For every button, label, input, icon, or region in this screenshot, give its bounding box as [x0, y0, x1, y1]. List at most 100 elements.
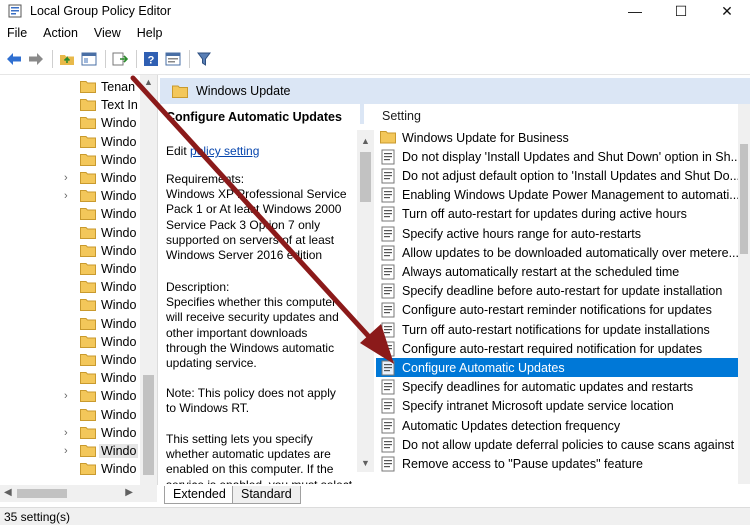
tree-item[interactable]: Windo [0, 315, 140, 333]
menu-action[interactable]: Action [35, 22, 86, 44]
tree-item[interactable]: Windo [0, 369, 140, 387]
path-header: Windows Update [160, 78, 750, 104]
scroll-thumb[interactable] [143, 375, 154, 475]
setting-row[interactable]: Do not display 'Install Updates and Shut… [376, 147, 750, 166]
minimize-button[interactable]: — [612, 0, 658, 22]
tab-extended[interactable]: Extended [164, 486, 235, 504]
setting-label: Do not display 'Install Updates and Shut… [402, 149, 742, 164]
edit-policy-line: Edit policy setting [166, 144, 259, 158]
tree-item-label: Windo [101, 171, 137, 185]
policy-setting-icon [380, 149, 396, 165]
tree-item[interactable]: › Windo [0, 187, 140, 205]
policy-title: Configure Automatic Updates [166, 110, 342, 124]
setting-label: Enabling Windows Update Power Management… [402, 188, 740, 203]
tree-item[interactable]: Windo [0, 242, 140, 260]
setting-row[interactable]: Specify deadline before auto-restart for… [376, 282, 750, 301]
tree-item[interactable]: Windo [0, 296, 140, 314]
menu-view[interactable]: View [86, 22, 129, 44]
policy-setting-icon [380, 456, 396, 472]
setting-row[interactable]: Always automatically restart at the sche… [376, 262, 750, 281]
menu-help[interactable]: Help [129, 22, 171, 44]
up-folder-icon[interactable] [57, 49, 77, 69]
tree-item[interactable]: Windo [0, 406, 140, 424]
setting-row[interactable]: Do not adjust default option to 'Install… [376, 166, 750, 185]
scroll-right-arrow-icon[interactable]: ▶ [125, 487, 133, 498]
setting-row[interactable]: Turn off auto-restart for updates during… [376, 205, 750, 224]
tree-item[interactable]: Windo [0, 260, 140, 278]
setting-row[interactable]: Configure auto-restart required notifica… [376, 339, 750, 358]
setting-row[interactable]: Specify intranet Microsoft update servic… [376, 397, 750, 416]
setting-row[interactable]: Automatic Updates detection frequency [376, 416, 750, 435]
scroll-up-arrow-icon[interactable]: ▲ [144, 77, 153, 87]
folder-icon [80, 408, 96, 421]
export-list-icon[interactable] [110, 49, 130, 69]
tree-item[interactable]: Windo [0, 333, 140, 351]
tree-item[interactable]: Windo [0, 278, 140, 296]
scroll-thumb[interactable] [360, 152, 371, 202]
description-pane: Configure Automatic Updates Edit policy … [160, 104, 360, 484]
requirements-text: Requirements: Windows XP Professional Se… [166, 172, 347, 263]
setting-row[interactable]: Configure Automatic Updates [376, 358, 750, 378]
scroll-thumb[interactable] [740, 144, 748, 254]
scroll-down-arrow-icon[interactable]: ▼ [361, 458, 370, 468]
scroll-thumb[interactable] [17, 489, 67, 498]
toolbar-separator [52, 50, 53, 68]
setting-row[interactable]: Allow updates to be downloaded automatic… [376, 243, 750, 262]
setting-row[interactable]: Remove access to "Pause updates" feature [376, 454, 750, 473]
settings-vertical-scrollbar[interactable] [738, 104, 750, 484]
policy-setting-icon [380, 245, 396, 261]
tree-item[interactable]: Windo [0, 205, 140, 223]
navigation-tree[interactable]: Tenan Text In Windo Windo Windo › Windo › Windo W… [0, 75, 158, 485]
chevron-right-icon[interactable]: › [64, 427, 74, 439]
setting-row[interactable]: Enabling Windows Update Power Management… [376, 186, 750, 205]
tree-item[interactable]: › Windo [0, 169, 140, 187]
scroll-up-arrow-icon[interactable]: ▲ [361, 136, 370, 146]
setting-row[interactable]: Specify deadlines for automatic updates … [376, 378, 750, 397]
chevron-right-icon[interactable]: › [64, 172, 74, 184]
column-header-setting[interactable]: Setting [382, 109, 421, 123]
edit-policy-setting-link[interactable]: policy setting [190, 144, 259, 158]
help-icon[interactable]: ? [141, 49, 161, 69]
maximize-button[interactable]: ☐ [658, 0, 704, 22]
menu-file[interactable]: File [0, 22, 35, 44]
tree-item[interactable]: Windo [0, 351, 140, 369]
tree-vertical-scrollbar[interactable]: ▲ [140, 75, 157, 485]
setting-row[interactable]: Turn off auto-restart notifications for … [376, 320, 750, 339]
description-vertical-scrollbar[interactable]: ▲ ▼ [357, 130, 374, 472]
chevron-right-icon[interactable]: › [64, 390, 74, 402]
tree-item[interactable]: Text In [0, 96, 140, 114]
setting-row[interactable]: Specify active hours range for auto-rest… [376, 224, 750, 243]
chevron-right-icon[interactable]: › [64, 190, 74, 202]
setting-label: Configure Automatic Updates [402, 360, 565, 375]
show-hide-tree-icon[interactable] [79, 49, 99, 69]
setting-row[interactable]: Configure auto-restart reminder notifica… [376, 301, 750, 320]
tree-item[interactable]: Windo [0, 133, 140, 151]
policy-setting-icon [380, 418, 396, 434]
scroll-left-arrow-icon[interactable]: ◀ [4, 487, 12, 498]
tree-item[interactable]: Windo [0, 151, 140, 169]
chevron-right-icon[interactable]: › [64, 445, 74, 457]
tree-item[interactable]: Windo [0, 224, 140, 242]
status-bar: 35 setting(s) [0, 507, 750, 525]
forward-arrow-icon[interactable] [26, 49, 46, 69]
tree-horizontal-scrollbar[interactable]: ◀ ▶ [0, 485, 157, 502]
tree-item[interactable]: Tenan [0, 78, 140, 96]
tree-item[interactable]: Windo [0, 114, 140, 132]
setting-label: Turn off auto-restart notifications for … [402, 322, 710, 337]
folder-icon [80, 99, 96, 112]
tree-item[interactable]: › Windo [0, 442, 140, 460]
setting-row[interactable]: Windows Update for Business [376, 128, 750, 147]
filter-icon[interactable] [194, 49, 214, 69]
folder-icon [80, 463, 96, 476]
setting-row[interactable]: Do not allow update deferral policies to… [376, 435, 750, 454]
tree-item[interactable]: › Windo [0, 387, 140, 405]
back-arrow-icon[interactable] [4, 49, 24, 69]
tab-standard[interactable]: Standard [232, 486, 301, 504]
close-button[interactable]: ✕ [704, 0, 750, 22]
tree-item-label: Windo [101, 353, 137, 367]
tree-item[interactable]: Windo [0, 460, 140, 478]
properties-icon[interactable] [163, 49, 183, 69]
toolbar-separator [189, 50, 190, 68]
policy-setting-icon [380, 206, 396, 222]
tree-item[interactable]: › Windo [0, 424, 140, 442]
